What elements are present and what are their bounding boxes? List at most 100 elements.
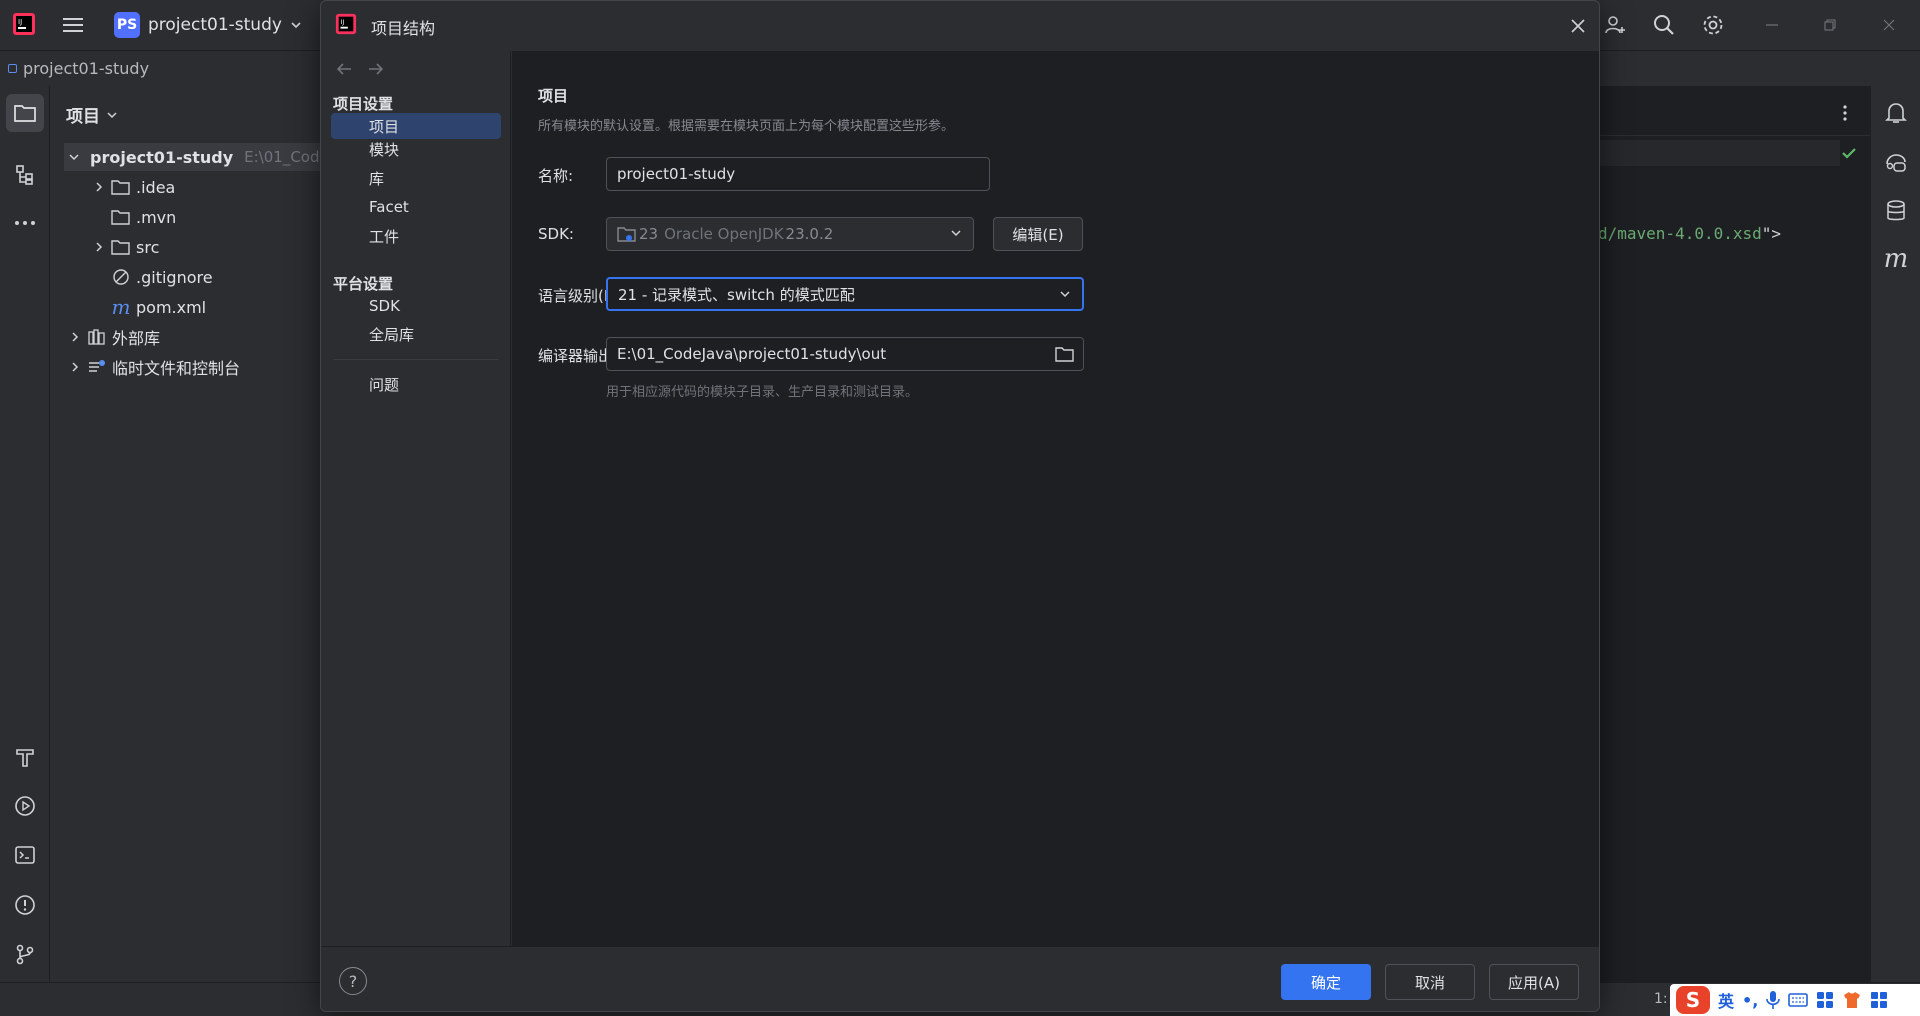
- panel-title: 项目: [538, 87, 569, 105]
- ime-apps-icon[interactable]: [1816, 991, 1834, 1009]
- terminal-icon[interactable]: [6, 836, 44, 874]
- code-line[interactable]: d/maven-4.0.0.xsd">: [1598, 224, 1781, 243]
- sdk-select[interactable]: 23 Oracle OpenJDK 23.0.2: [606, 217, 974, 251]
- tree-item-label: 外部库: [112, 329, 161, 348]
- cancel-button[interactable]: 取消: [1385, 964, 1475, 1000]
- maven-tool-icon[interactable]: m: [1879, 242, 1913, 276]
- ime-language[interactable]: 英: [1718, 988, 1734, 1012]
- gear-icon[interactable]: [1699, 11, 1727, 39]
- editor-area: [1600, 86, 1870, 982]
- structure-tool-icon[interactable]: [6, 156, 44, 194]
- tree-item-external-libs[interactable]: 外部库: [68, 323, 160, 351]
- inspection-ok-icon[interactable]: [1840, 144, 1860, 164]
- chevron-right-icon[interactable]: [92, 240, 106, 254]
- nav-item-global-libraries[interactable]: 全局库: [331, 321, 501, 347]
- breadcrumb[interactable]: project01-study: [8, 59, 149, 78]
- more-tools-icon[interactable]: [6, 204, 44, 242]
- editor-current-line: [1600, 140, 1840, 166]
- tree-item-scratches[interactable]: 临时文件和控制台: [68, 353, 240, 381]
- tree-item-label: pom.xml: [136, 297, 207, 317]
- nav-item-sdk[interactable]: SDK: [331, 293, 501, 319]
- project-view-selector[interactable]: 项目: [66, 102, 118, 127]
- forward-arrow-icon[interactable]: [367, 61, 385, 77]
- tree-item-pom[interactable]: m pom.xml: [111, 293, 207, 321]
- code-string: d/maven-4.0.0.xsd: [1598, 224, 1762, 243]
- sdk-name: Oracle OpenJDK: [664, 225, 784, 243]
- dialog-footer: ? 确定 取消 应用(A): [321, 946, 1599, 1011]
- intellij-logo-icon: IJ: [335, 13, 359, 37]
- chevron-right-icon[interactable]: [92, 180, 106, 194]
- nav-item-problems[interactable]: 问题: [331, 371, 501, 397]
- tree-item-src[interactable]: src: [92, 233, 159, 261]
- jdk-folder-icon: [617, 227, 636, 242]
- more-options-icon[interactable]: [1838, 100, 1852, 126]
- search-icon[interactable]: [1650, 11, 1678, 39]
- database-icon[interactable]: [1879, 194, 1913, 228]
- ime-punctuation[interactable]: •,: [1742, 991, 1758, 1010]
- nav-item-modules[interactable]: 模块: [331, 136, 501, 162]
- add-user-icon[interactable]: [1601, 11, 1629, 39]
- close-icon[interactable]: [1565, 13, 1591, 39]
- tree-item-label: 临时文件和控制台: [112, 359, 241, 378]
- microphone-icon[interactable]: [1766, 990, 1781, 1010]
- back-arrow-icon[interactable]: [335, 61, 353, 77]
- main-menu-icon[interactable]: [60, 12, 86, 38]
- nav-item-libraries[interactable]: 库: [331, 165, 501, 191]
- build-hammer-icon[interactable]: [6, 738, 44, 776]
- ignored-file-icon: [113, 269, 129, 285]
- compiler-output-field[interactable]: E:\01_CodeJava\project01-study\out: [606, 337, 1084, 371]
- tree-item-gitignore[interactable]: .gitignore: [111, 263, 213, 291]
- sdk-label: SDK:: [538, 225, 574, 243]
- ime-grid-icon[interactable]: [1870, 991, 1888, 1009]
- tree-item-label: .mvn: [136, 207, 177, 227]
- browse-folder-icon[interactable]: [1055, 345, 1075, 363]
- chevron-down-icon[interactable]: [68, 150, 80, 164]
- nav-item-artifacts[interactable]: 工件: [331, 223, 501, 249]
- minimize-icon[interactable]: [1758, 11, 1786, 39]
- project-tool-icon[interactable]: [6, 94, 44, 132]
- project-switcher[interactable]: PS project01-study: [114, 10, 302, 40]
- svg-text:IJ: IJ: [18, 18, 22, 26]
- ime-toolbar: S 英 •,: [1670, 984, 1920, 1016]
- ime-skin-icon[interactable]: [1842, 991, 1862, 1009]
- project-view-title: 项目: [66, 107, 100, 127]
- scratches-icon: [89, 360, 105, 372]
- library-icon: [88, 329, 105, 345]
- tree-root[interactable]: project01-study E:\01_Code: [64, 143, 329, 171]
- folder-icon: [111, 240, 130, 255]
- tree-item-idea[interactable]: .idea: [92, 173, 175, 201]
- problems-icon[interactable]: [6, 886, 44, 924]
- tree-root-label: project01-study: [90, 147, 234, 167]
- restore-icon[interactable]: [1816, 11, 1844, 39]
- ok-button[interactable]: 确定: [1281, 964, 1371, 1000]
- git-branch-icon[interactable]: [6, 935, 44, 973]
- code-quote: ">: [1761, 224, 1782, 243]
- name-label: 名称:: [538, 167, 574, 185]
- help-button[interactable]: ?: [339, 967, 367, 995]
- nav-section-platform-settings: 平台设置: [333, 275, 394, 293]
- keyboard-icon[interactable]: [1788, 992, 1809, 1008]
- compiler-output-value: E:\01_CodeJava\project01-study\out: [617, 345, 887, 363]
- breadcrumb-project[interactable]: project01-study: [23, 59, 149, 78]
- window-close-icon[interactable]: [1875, 11, 1903, 39]
- nav-section-project-settings: 项目设置: [333, 95, 394, 113]
- project-name-field[interactable]: project01-study: [606, 157, 990, 191]
- editor-tab-bar: [1600, 86, 1870, 136]
- chevron-down-icon: [951, 230, 961, 237]
- nav-item-facets[interactable]: Facet: [331, 194, 501, 220]
- caret-position[interactable]: 1:: [1654, 991, 1668, 1007]
- dialog-titlebar: IJ 项目结构: [321, 1, 1599, 51]
- chevron-right-icon[interactable]: [68, 330, 82, 344]
- apply-button[interactable]: 应用(A): [1489, 964, 1579, 1000]
- chevron-right-icon[interactable]: [68, 360, 82, 374]
- language-level-select[interactable]: 21 - 记录模式、switch 的模式匹配: [606, 277, 1084, 311]
- tree-item-mvn[interactable]: .mvn: [111, 203, 176, 231]
- edit-sdk-button[interactable]: 编辑(E): [993, 217, 1083, 251]
- tree-item-label: .idea: [136, 177, 176, 197]
- notifications-bell-icon[interactable]: [1879, 96, 1913, 130]
- history-nav: [335, 61, 385, 77]
- ai-assistant-icon[interactable]: [1879, 146, 1913, 180]
- run-services-icon[interactable]: [6, 787, 44, 825]
- sogou-logo-icon[interactable]: S: [1676, 986, 1710, 1014]
- project-badge: PS: [114, 12, 140, 38]
